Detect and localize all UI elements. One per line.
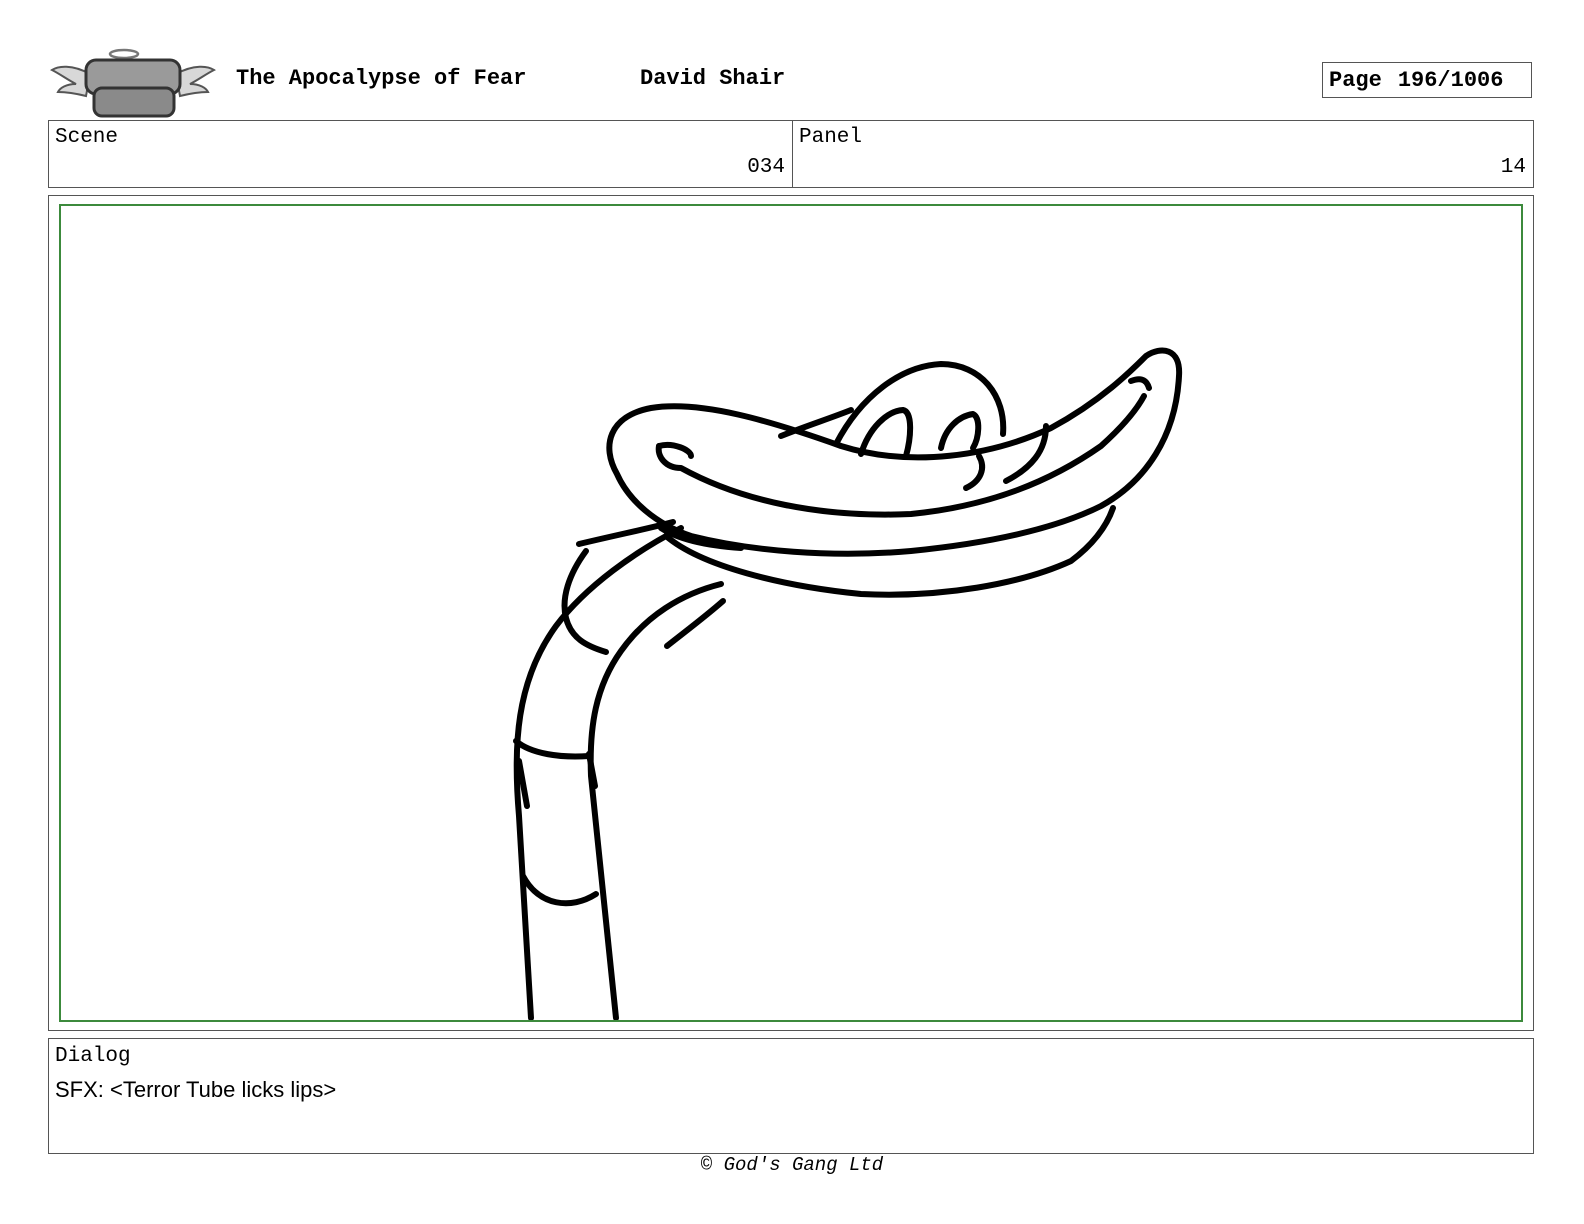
panel-number: 14 [1500,156,1526,179]
panel-cell: Panel 14 [793,121,1533,187]
panel-label: Panel [799,126,863,149]
scene-number: 034 [747,156,785,179]
scene-cell: Scene 034 [49,121,793,187]
dialog-text: SFX: <Terror Tube licks lips> [55,1077,337,1102]
page-number: 196/1006 [1397,67,1504,93]
dialog-label: Dialog [55,1045,131,1068]
gods-gang-winged-logo-icon [50,48,216,118]
page-indicator: Page 196/1006 [1322,62,1532,98]
author-name: David Shair [640,66,786,91]
storyboard-frame [48,195,1534,1031]
scene-panel-row: Scene 034 Panel 14 [48,120,1534,188]
copyright-footer: © God's Gang Ltd [700,1154,884,1176]
terror-tube-sketch-icon [513,347,1183,1020]
page-label: Page [1329,67,1382,93]
gods-gang-logo [50,46,216,118]
storyboard-image-area [59,204,1523,1022]
dialog-box: Dialog SFX: <Terror Tube licks lips> [48,1038,1534,1154]
project-title: The Apocalypse of Fear [236,66,527,91]
scene-label: Scene [55,126,119,149]
